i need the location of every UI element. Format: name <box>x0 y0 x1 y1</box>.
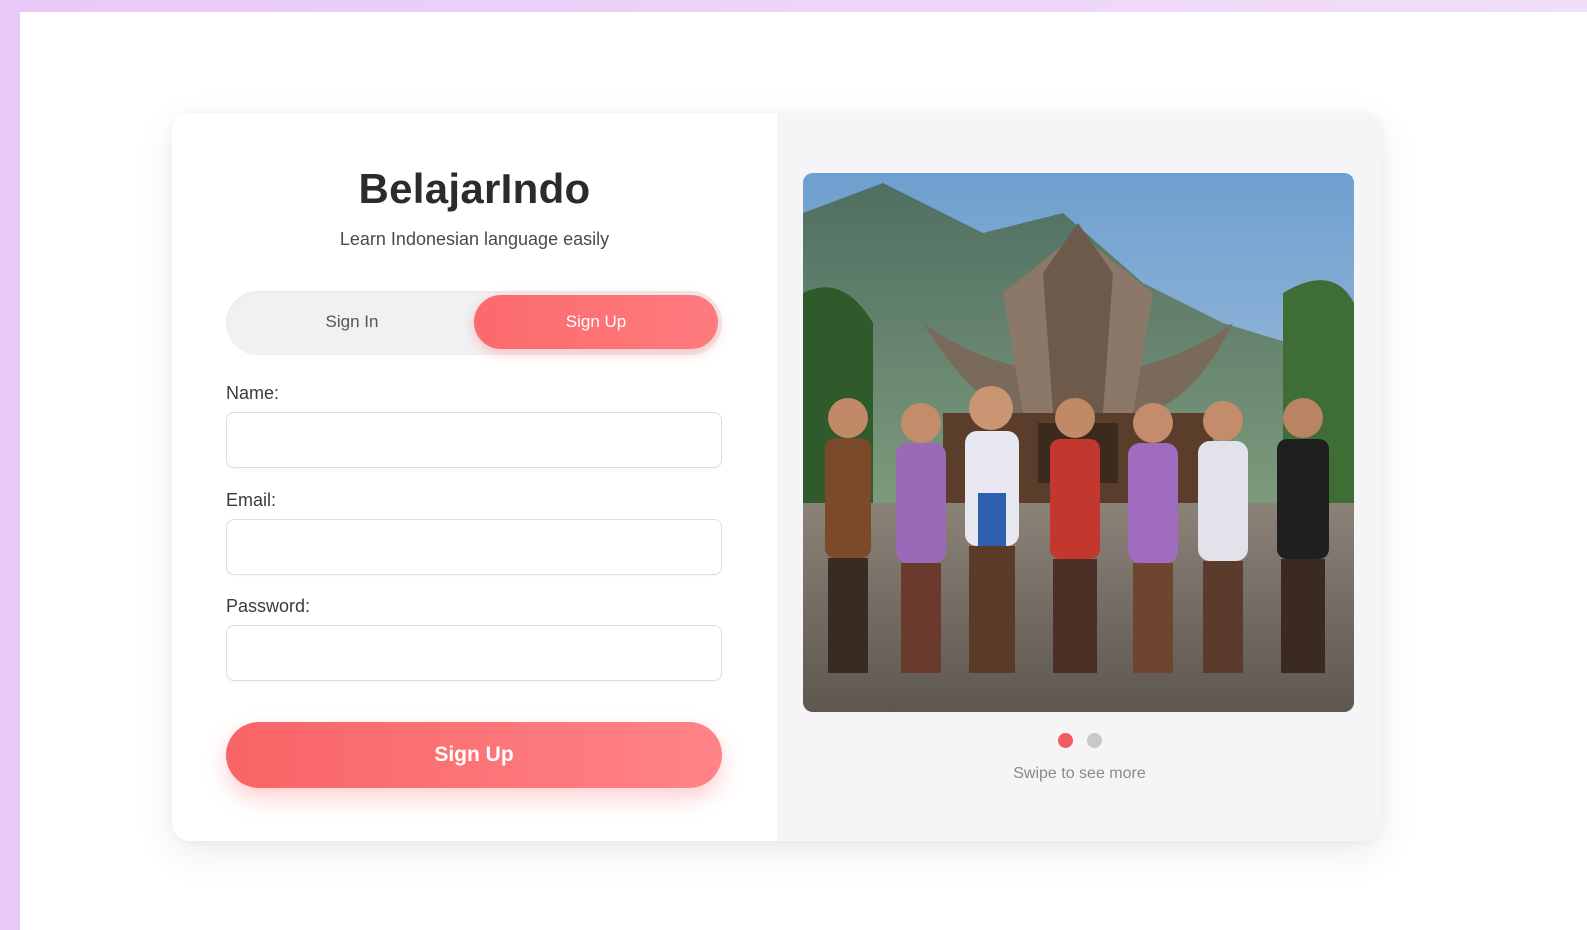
password-label: Password: <box>226 596 311 616</box>
auth-form-panel: BelajarIndo Learn Indonesian language ea… <box>172 113 777 841</box>
app-title: BelajarIndo <box>358 165 591 212</box>
page-stage: BelajarIndo Learn Indonesian language ea… <box>20 12 1587 930</box>
app-tagline: Learn Indonesian language easily <box>339 229 610 249</box>
carousel-dots <box>777 733 1382 748</box>
email-label: Email: <box>226 490 277 510</box>
carousel-image[interactable] <box>803 173 1354 712</box>
name-label: Name: <box>226 383 280 403</box>
auth-card: BelajarIndo Learn Indonesian language ea… <box>172 113 1382 841</box>
name-input[interactable] <box>226 412 722 468</box>
carousel-panel: Swipe to see more <box>777 113 1382 841</box>
auth-mode-toggle: Sign In Sign Up <box>226 291 722 355</box>
carousel-dot-1[interactable] <box>1057 733 1073 748</box>
swipe-hint: Swipe to see more <box>1013 765 1146 782</box>
carousel-dot-2[interactable] <box>1086 733 1102 748</box>
sign-in-tab[interactable]: Sign In <box>230 295 474 349</box>
email-input[interactable] <box>226 519 722 575</box>
photo-illustration <box>803 173 1354 712</box>
sign-up-tab[interactable]: Sign Up <box>474 295 718 349</box>
sign-up-submit-button[interactable]: Sign Up <box>226 722 722 788</box>
password-input[interactable] <box>226 625 722 681</box>
